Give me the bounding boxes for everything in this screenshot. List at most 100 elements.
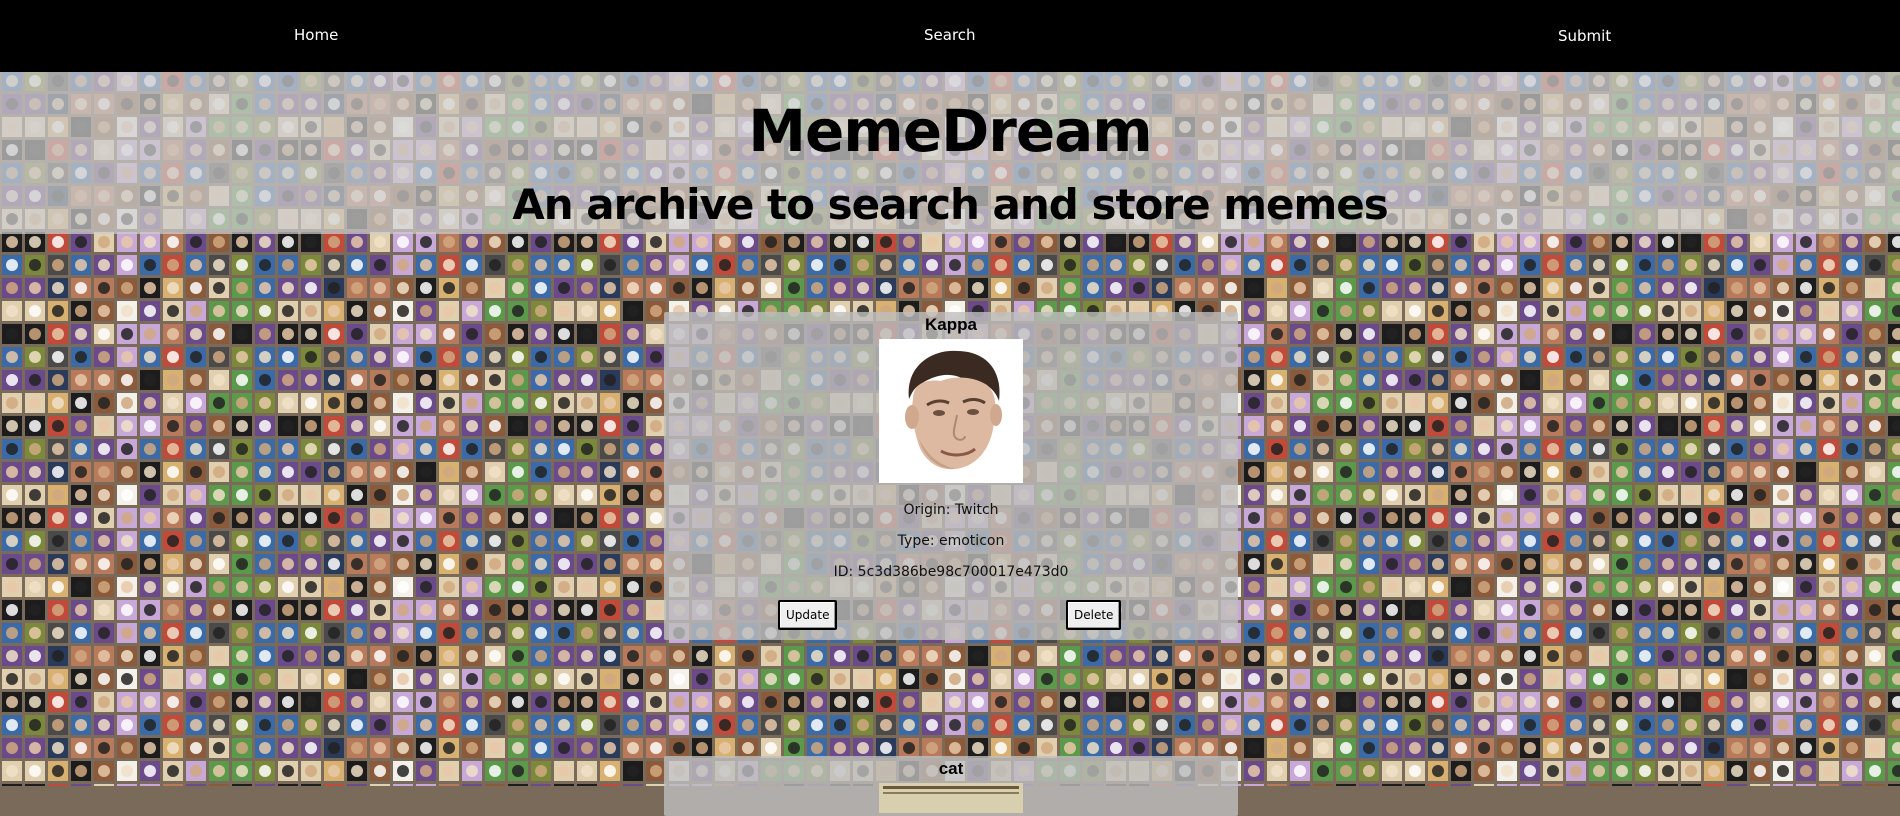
- mosaic-tile: [1060, 232, 1080, 252]
- mosaic-tile: [1635, 439, 1655, 459]
- mosaic-tile: [1543, 508, 1563, 528]
- mosaic-tile: [462, 531, 482, 551]
- mosaic-tile: [1658, 738, 1678, 758]
- mosaic-tile: [1773, 531, 1793, 551]
- mosaic-tile: [186, 439, 206, 459]
- mosaic-tile: [393, 508, 413, 528]
- mosaic-tile: [48, 416, 68, 436]
- mosaic-tile: [1336, 646, 1356, 666]
- mosaic-tile: [416, 278, 436, 298]
- mosaic-tile: [324, 554, 344, 574]
- mosaic-tile: [922, 646, 942, 666]
- mosaic-tile: [324, 485, 344, 505]
- mosaic-tile: [1819, 439, 1839, 459]
- mosaic-tile: [94, 646, 114, 666]
- nav-search-link[interactable]: Search: [924, 26, 976, 44]
- mosaic-tile: [1704, 577, 1724, 597]
- mosaic-tile: [531, 232, 551, 252]
- nav-submit-link[interactable]: Submit: [1558, 27, 1611, 45]
- mosaic-tile: [1382, 416, 1402, 436]
- mosaic-tile: [1428, 301, 1448, 321]
- mosaic-tile: [853, 232, 873, 252]
- mosaic-tile: [370, 485, 390, 505]
- mosaic-tile: [255, 393, 275, 413]
- mosaic-tile: [531, 439, 551, 459]
- mosaic-tile: [715, 278, 735, 298]
- mosaic-tile: [1865, 232, 1885, 252]
- mosaic-tile: [117, 370, 137, 390]
- mosaic-tile: [807, 669, 827, 689]
- mosaic-tile: [439, 347, 459, 367]
- mosaic-tile: [1750, 232, 1770, 252]
- mosaic-tile: [600, 577, 620, 597]
- mosaic-tile: [1497, 370, 1517, 390]
- mosaic-tile: [163, 462, 183, 482]
- mosaic-tile: [1129, 232, 1149, 252]
- mosaic-tile: [1428, 393, 1448, 413]
- mosaic-tile: [163, 347, 183, 367]
- mosaic-tile: [1244, 416, 1264, 436]
- mosaic-tile: [853, 646, 873, 666]
- mosaic-tile: [1658, 761, 1678, 781]
- mosaic-tile: [1658, 232, 1678, 252]
- delete-button[interactable]: Delete: [1066, 600, 1121, 630]
- nav-home-link[interactable]: Home: [294, 26, 338, 44]
- mosaic-tile: [1658, 600, 1678, 620]
- mosaic-tile: [1796, 692, 1816, 712]
- mosaic-tile: [646, 761, 666, 781]
- mosaic-tile: [1267, 439, 1287, 459]
- mosaic-tile: [1428, 439, 1448, 459]
- mosaic-tile: [48, 761, 68, 781]
- mosaic-tile: [1336, 669, 1356, 689]
- mosaic-tile: [25, 393, 45, 413]
- mosaic-tile: [71, 347, 91, 367]
- mosaic-tile: [1497, 669, 1517, 689]
- mosaic-tile: [1175, 646, 1195, 666]
- mosaic-tile: [1865, 692, 1885, 712]
- mosaic-tile: [232, 531, 252, 551]
- mosaic-tile: [738, 232, 758, 252]
- mosaic-tile: [1106, 232, 1126, 252]
- mosaic-tile: [1428, 278, 1448, 298]
- mosaic-tile: [1865, 531, 1885, 551]
- mosaic-tile: [600, 531, 620, 551]
- update-button[interactable]: Update: [778, 600, 837, 630]
- mosaic-tile: [209, 508, 229, 528]
- mosaic-tile: [1635, 715, 1655, 735]
- mosaic-tile: [1382, 255, 1402, 275]
- mosaic-tile: [278, 324, 298, 344]
- mosaic-tile: [117, 715, 137, 735]
- mosaic-tile: [761, 646, 781, 666]
- mosaic-tile: [94, 623, 114, 643]
- mosaic-tile: [1566, 738, 1586, 758]
- mosaic-tile: [1474, 738, 1494, 758]
- mosaic-tile: [347, 255, 367, 275]
- mosaic-tile: [25, 255, 45, 275]
- mosaic-tile: [117, 347, 137, 367]
- mosaic-tile: [393, 439, 413, 459]
- mosaic-tile: [1773, 715, 1793, 735]
- mosaic-tile: [163, 485, 183, 505]
- mosaic-tile: [600, 623, 620, 643]
- mosaic-tile: [554, 715, 574, 735]
- mosaic-tile: [186, 462, 206, 482]
- mosaic-tile: [1796, 600, 1816, 620]
- mosaic-tile: [1267, 554, 1287, 574]
- mosaic-tile: [439, 623, 459, 643]
- mosaic-tile: [784, 232, 804, 252]
- mosaic-tile: [853, 715, 873, 735]
- mosaic-tile: [1750, 508, 1770, 528]
- mosaic-tile: [25, 485, 45, 505]
- mosaic-tile: [1773, 623, 1793, 643]
- mosaic-tile: [48, 301, 68, 321]
- mosaic-tile: [991, 715, 1011, 735]
- mosaic-tile: [1704, 761, 1724, 781]
- mosaic-tile: [1727, 531, 1747, 551]
- mosaic-tile: [1842, 278, 1862, 298]
- mosaic-tile: [600, 485, 620, 505]
- mosaic-tile: [761, 715, 781, 735]
- mosaic-tile: [94, 531, 114, 551]
- mosaic-tile: [830, 692, 850, 712]
- mosaic-tile: [968, 232, 988, 252]
- mosaic-tile: [25, 416, 45, 436]
